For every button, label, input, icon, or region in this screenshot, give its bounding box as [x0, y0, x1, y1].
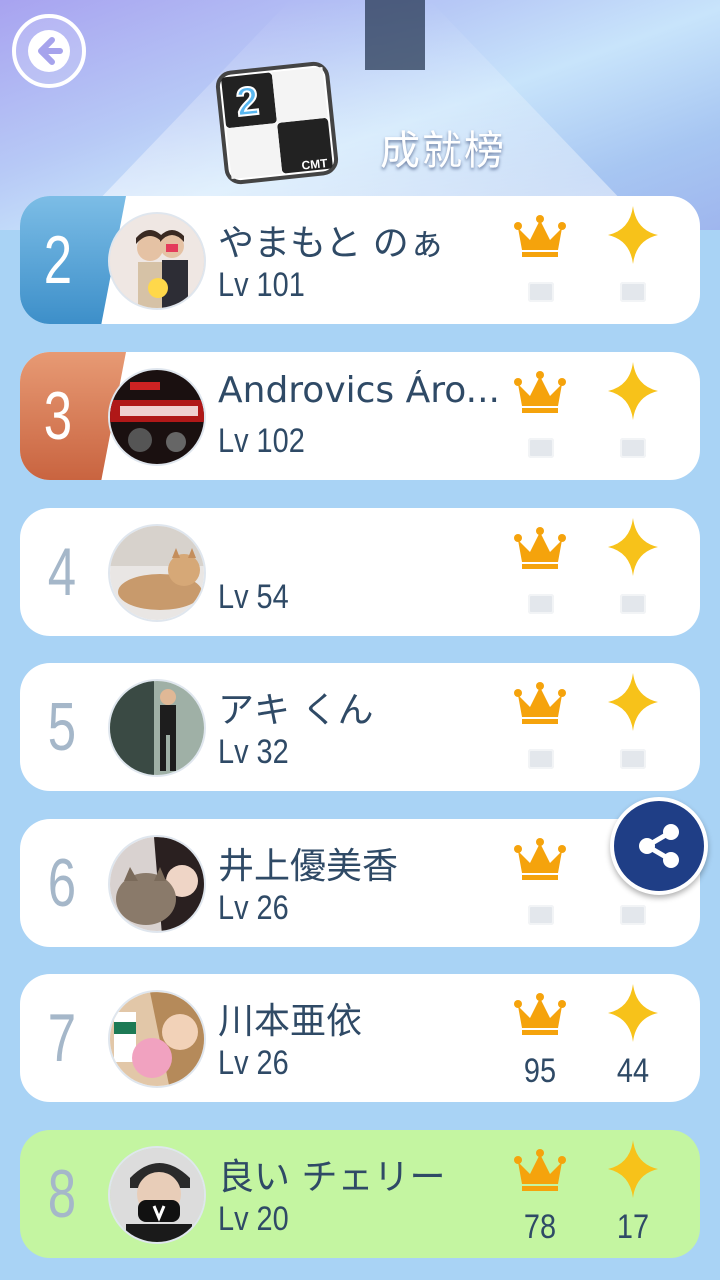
rank-number: 5 — [47, 689, 77, 765]
app-logo: 2 CMT — [212, 58, 342, 188]
crown-count-hidden — [528, 438, 554, 458]
player-level: Lv 101 — [218, 266, 305, 304]
share-icon — [639, 824, 679, 868]
avatar — [108, 1146, 206, 1244]
crown-icon — [514, 371, 566, 413]
back-button[interactable] — [12, 14, 86, 88]
sparkle-star-icon — [608, 206, 658, 264]
player-level: Lv 54 — [218, 578, 289, 616]
sparkle-star-icon — [608, 984, 658, 1042]
leaderboard-row-current-user[interactable]: 8 良い チェリー Lv 20 78 17 — [20, 1130, 700, 1258]
crown-icon — [514, 993, 566, 1035]
player-name: アキ くん — [218, 690, 374, 731]
crown-count-hidden — [528, 905, 554, 925]
avatar — [108, 368, 206, 466]
crown-count: 95 — [523, 1052, 557, 1090]
star-count: 17 — [616, 1208, 650, 1246]
crown-icon — [514, 838, 566, 880]
crown-count-hidden — [528, 282, 554, 302]
star-count: 44 — [616, 1052, 650, 1090]
star-count-hidden — [620, 905, 646, 925]
star-count-hidden — [620, 594, 646, 614]
star-count-hidden — [620, 438, 646, 458]
svg-text:2: 2 — [234, 79, 261, 125]
crown-icon — [514, 215, 566, 257]
rank-number: 2 — [43, 222, 73, 298]
avatar — [108, 212, 206, 310]
avatar — [108, 679, 206, 777]
player-level: Lv 26 — [218, 889, 289, 927]
leaderboard-row[interactable]: 5 アキ くん Lv 32 — [20, 663, 700, 791]
avatar — [108, 835, 206, 933]
rank-number: 6 — [47, 845, 77, 921]
sparkle-star-icon — [608, 518, 658, 576]
page-title: 成就榜 — [380, 128, 506, 174]
sparkle-star-icon — [608, 673, 658, 731]
piano-tile-decoration — [365, 0, 425, 70]
avatar — [108, 524, 206, 622]
player-level: Lv 102 — [218, 422, 305, 460]
player-name: やまもと のぁ — [218, 223, 445, 264]
arrow-left-icon — [28, 30, 70, 72]
rank-number: 8 — [47, 1156, 77, 1232]
player-level: Lv 32 — [218, 733, 289, 771]
sparkle-star-icon — [608, 362, 658, 420]
crown-count: 78 — [523, 1208, 557, 1246]
sparkle-star-icon — [608, 1140, 658, 1198]
player-level: Lv 20 — [218, 1200, 289, 1238]
player-name: 井上優美香 — [218, 846, 399, 887]
star-count-hidden — [620, 749, 646, 769]
leaderboard-row[interactable]: 4 Lv 54 — [20, 508, 700, 636]
avatar — [108, 990, 206, 1088]
rank-number: 3 — [43, 378, 73, 454]
rank-number: 7 — [47, 1000, 77, 1076]
crown-count-hidden — [528, 749, 554, 769]
player-level: Lv 26 — [218, 1044, 289, 1082]
crown-icon — [514, 527, 566, 569]
crown-icon — [514, 682, 566, 724]
crown-count-hidden — [528, 594, 554, 614]
leaderboard-row[interactable]: 6 井上優美香 Lv 26 — [20, 819, 700, 947]
player-name: Androvics Áro... — [218, 370, 500, 411]
leaderboard-row[interactable]: 3 Androvics Áro... Lv 102 — [20, 352, 700, 480]
player-name: 良い チェリー — [218, 1157, 446, 1198]
player-name: 川本亜依 — [218, 1001, 363, 1042]
rank-number: 4 — [47, 534, 77, 610]
share-button[interactable] — [610, 797, 708, 895]
svg-text:CMT: CMT — [301, 156, 329, 173]
leaderboard-row[interactable]: 7 川本亜依 Lv 26 95 44 — [20, 974, 700, 1102]
leaderboard-row[interactable]: 2 やまもと のぁ Lv 101 — [20, 196, 700, 324]
crown-icon — [514, 1149, 566, 1191]
star-count-hidden — [620, 282, 646, 302]
